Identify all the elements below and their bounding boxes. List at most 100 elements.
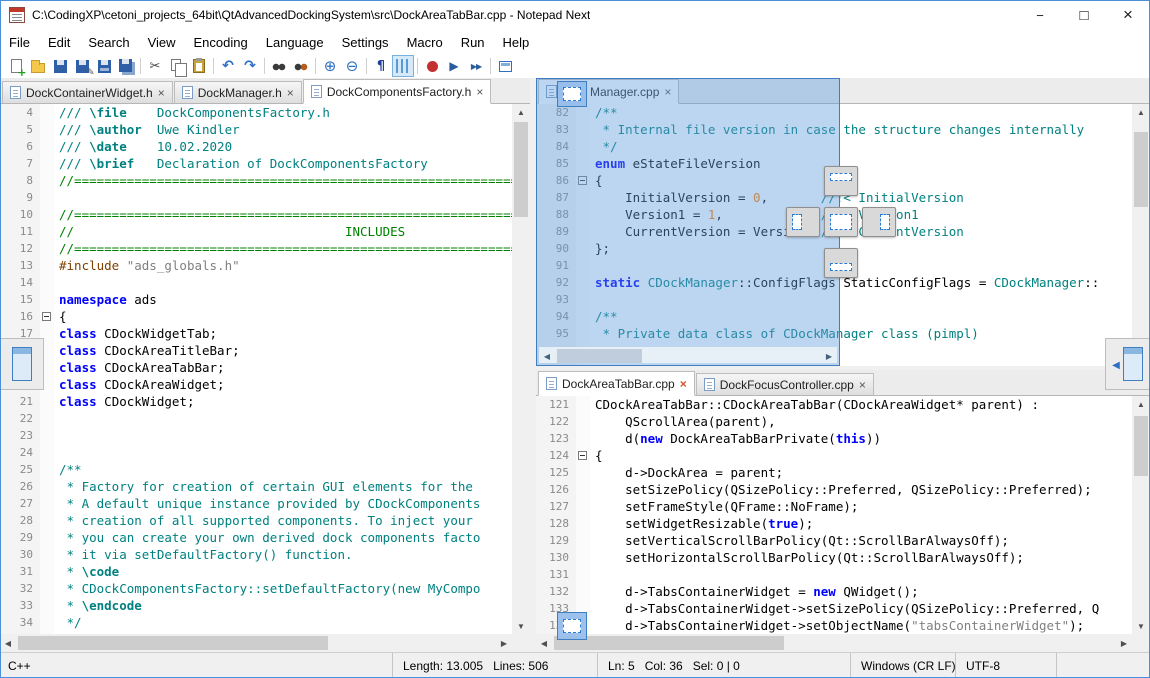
new-file-button[interactable] bbox=[5, 55, 27, 77]
zoom-in-button[interactable] bbox=[319, 55, 341, 77]
scroll-right-arrow-icon[interactable] bbox=[496, 635, 512, 651]
fold-margin bbox=[40, 614, 54, 631]
scrollbar-thumb[interactable] bbox=[1134, 416, 1148, 476]
menu-item-edit[interactable]: Edit bbox=[39, 32, 79, 53]
tab-bar: DockAreaTabBar.cppDockFocusController.cp… bbox=[536, 370, 1150, 396]
vertical-scrollbar[interactable] bbox=[512, 104, 530, 634]
code-text: class CDockAreaWidget; bbox=[54, 376, 225, 393]
minimize-button[interactable] bbox=[1018, 0, 1062, 30]
scroll-left-arrow-icon[interactable] bbox=[536, 635, 552, 651]
menu-item-search[interactable]: Search bbox=[79, 32, 138, 53]
menu-item-help[interactable]: Help bbox=[494, 32, 539, 53]
undo-button[interactable] bbox=[217, 55, 239, 77]
scroll-left-arrow-icon[interactable] bbox=[0, 635, 16, 651]
dock-drop-indicator-right[interactable] bbox=[862, 207, 896, 237]
replace-button[interactable] bbox=[290, 55, 312, 77]
distraction-free-button[interactable] bbox=[494, 55, 516, 77]
fold-marker[interactable] bbox=[42, 312, 51, 321]
code-line: 4/// \file DockComponentsFactory.h bbox=[0, 104, 512, 121]
fold-margin bbox=[40, 512, 54, 529]
fold-margin bbox=[40, 121, 54, 138]
menu-item-settings[interactable]: Settings bbox=[333, 32, 398, 53]
code-editor[interactable]: 4/// \file DockComponentsFactory.h5/// \… bbox=[0, 104, 512, 634]
playback-macro-button[interactable] bbox=[443, 55, 465, 77]
save-all-button[interactable] bbox=[115, 55, 137, 77]
scroll-down-arrow-icon[interactable] bbox=[513, 618, 529, 634]
code-text: d->TabsContainerWidget->setObjectName("t… bbox=[590, 617, 1084, 634]
copy-button[interactable] bbox=[166, 55, 188, 77]
code-text: // INCLUDES bbox=[54, 223, 405, 240]
fold-margin bbox=[40, 546, 54, 563]
dock-drop-indicator-top[interactable] bbox=[824, 166, 858, 196]
code-text: namespace ads bbox=[54, 291, 157, 308]
scrollbar-thumb[interactable] bbox=[514, 122, 528, 217]
line-number: 6 bbox=[0, 138, 40, 155]
menu-item-run[interactable]: Run bbox=[452, 32, 494, 53]
record-macro-button[interactable] bbox=[421, 55, 443, 77]
menu-item-file[interactable]: File bbox=[0, 32, 39, 53]
code-line: 134 d->TabsContainerWidget->setObjectNam… bbox=[536, 617, 1132, 634]
status-language: C++ bbox=[0, 653, 392, 678]
save-file-button[interactable] bbox=[49, 55, 71, 77]
scroll-up-arrow-icon[interactable] bbox=[1133, 396, 1149, 412]
cut-button[interactable] bbox=[144, 55, 166, 77]
run-macro-button[interactable] bbox=[465, 55, 487, 77]
show-all-characters-button[interactable] bbox=[370, 55, 392, 77]
close-button[interactable] bbox=[1106, 0, 1150, 30]
tab-dockfocuscontroller-cpp[interactable]: DockFocusController.cpp bbox=[696, 373, 874, 395]
code-editor[interactable]: 121CDockAreaTabBar::CDockAreaTabBar(CDoc… bbox=[536, 396, 1132, 634]
dock-drop-indicator-left[interactable] bbox=[786, 207, 820, 237]
close-tab-icon[interactable] bbox=[680, 378, 687, 390]
horizontal-scrollbar[interactable] bbox=[0, 634, 512, 652]
menu-item-language[interactable]: Language bbox=[257, 32, 333, 53]
autohide-tab-right[interactable] bbox=[1105, 338, 1149, 390]
menu-item-view[interactable]: View bbox=[139, 32, 185, 53]
horizontal-scrollbar[interactable] bbox=[536, 634, 1132, 652]
tab-dockcomponentsfactory-h[interactable]: DockComponentsFactory.h bbox=[303, 79, 492, 104]
line-number: 131 bbox=[536, 566, 576, 583]
fold-marker[interactable] bbox=[578, 451, 587, 460]
scrollbar-thumb[interactable] bbox=[18, 636, 328, 650]
code-line: 18class CDockAreaTitleBar; bbox=[0, 342, 512, 359]
paste-button[interactable] bbox=[188, 55, 210, 77]
vertical-scrollbar[interactable] bbox=[1132, 396, 1150, 634]
vertical-scrollbar[interactable] bbox=[1132, 104, 1150, 366]
code-line: 9 bbox=[0, 189, 512, 206]
autohide-tab-left[interactable] bbox=[0, 338, 44, 390]
indent-guide-button[interactable] bbox=[392, 55, 414, 77]
save-as-button[interactable] bbox=[71, 55, 93, 77]
tab-dockmanager-h[interactable]: DockManager.h bbox=[174, 81, 302, 103]
close-tab-icon[interactable] bbox=[476, 86, 483, 98]
code-line: 29 * you can create your own derived doc… bbox=[0, 529, 512, 546]
line-number: 29 bbox=[0, 529, 40, 546]
close-tab-icon[interactable] bbox=[859, 379, 866, 391]
scroll-right-arrow-icon[interactable] bbox=[1116, 635, 1132, 651]
line-number: 10 bbox=[0, 206, 40, 223]
dock-drop-indicator-bottom[interactable] bbox=[824, 248, 858, 278]
find-button[interactable] bbox=[268, 55, 290, 77]
status-length-lines: Length: 13.005 Lines: 506 bbox=[392, 653, 597, 678]
autohide-drop-bottom-icon[interactable] bbox=[557, 612, 587, 640]
autohide-drop-top-icon[interactable] bbox=[557, 81, 587, 107]
dock-drop-indicator-center[interactable] bbox=[824, 207, 858, 237]
fold-margin bbox=[40, 478, 54, 495]
close-tab-icon[interactable] bbox=[158, 87, 165, 99]
scroll-up-arrow-icon[interactable] bbox=[1133, 104, 1149, 120]
tab-dockareatabbar-cpp[interactable]: DockAreaTabBar.cpp bbox=[538, 371, 695, 396]
menu-item-macro[interactable]: Macro bbox=[398, 32, 452, 53]
zoom-out-button[interactable] bbox=[341, 55, 363, 77]
scrollbar-thumb[interactable] bbox=[1134, 132, 1148, 207]
show-all-characters-icon bbox=[377, 59, 385, 74]
maximize-button[interactable] bbox=[1062, 0, 1106, 30]
code-text: d->DockArea = parent; bbox=[590, 464, 783, 481]
panel-icon bbox=[1123, 347, 1143, 381]
open-file-button[interactable] bbox=[27, 55, 49, 77]
close-tab-icon[interactable] bbox=[287, 87, 294, 99]
tab-dockcontainerwidget-h[interactable]: DockContainerWidget.h bbox=[2, 81, 173, 103]
menu-item-encoding[interactable]: Encoding bbox=[185, 32, 257, 53]
redo-button[interactable] bbox=[239, 55, 261, 77]
scroll-up-arrow-icon[interactable] bbox=[513, 104, 529, 120]
scroll-down-arrow-icon[interactable] bbox=[1133, 618, 1149, 634]
scrollbar-thumb[interactable] bbox=[554, 636, 784, 650]
save-copy-button[interactable] bbox=[93, 55, 115, 77]
